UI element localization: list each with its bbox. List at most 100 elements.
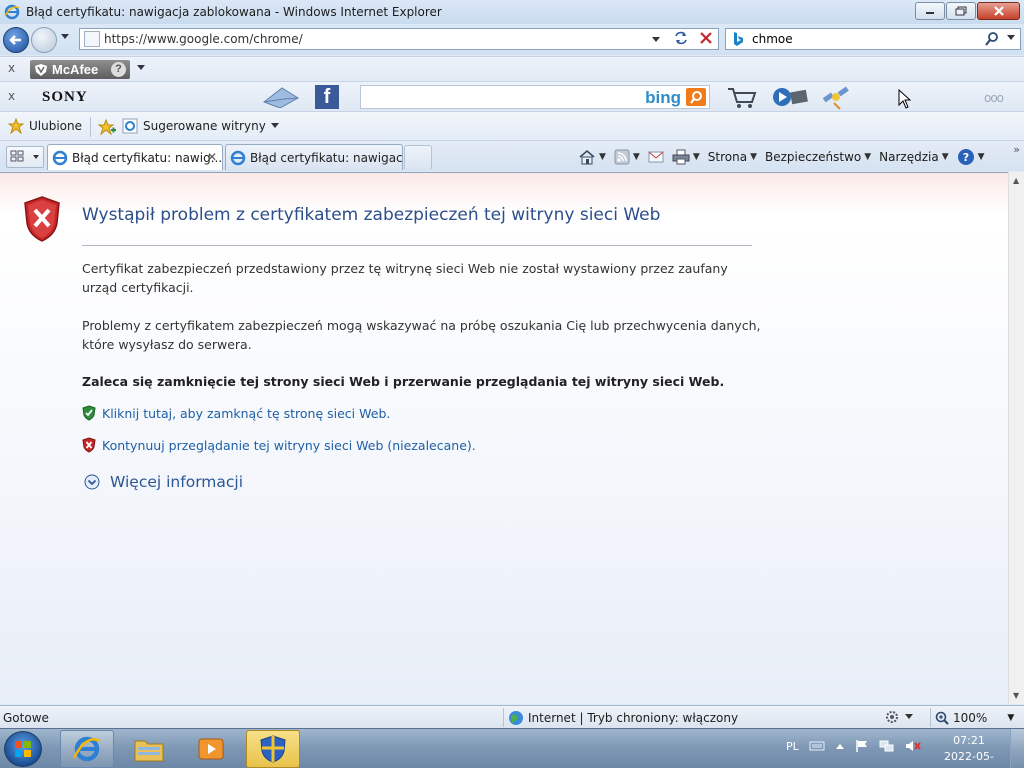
- zone-label: Internet | Tryb chroniony: włączony: [528, 710, 739, 725]
- divider: [82, 245, 752, 246]
- tab-label: Błąd certyfikatu: nawigacja...: [250, 150, 403, 165]
- chevron-down-icon: ▼: [941, 152, 949, 162]
- satellite-icon[interactable]: [820, 85, 852, 111]
- search-dropdown-icon[interactable]: [1006, 34, 1016, 42]
- chevron-down-icon: ▼: [864, 152, 872, 162]
- folder-icon: [134, 740, 164, 762]
- zoom-control[interactable]: 100% ▼: [930, 708, 1014, 727]
- continue-link-text[interactable]: Kontynuuj przeglądanie tej witryny sieci…: [102, 438, 476, 453]
- network-icon[interactable]: [879, 739, 895, 753]
- url-input[interactable]: [104, 32, 654, 46]
- page-menu[interactable]: Strona ▼: [708, 150, 757, 164]
- help-menu[interactable]: ? ▼: [957, 148, 985, 166]
- print-button[interactable]: ▼: [672, 149, 700, 165]
- mcafee-help-icon[interactable]: ?: [111, 62, 126, 77]
- bing-search-input[interactable]: [365, 87, 635, 107]
- security-zone[interactable]: Internet | Tryb chroniony: włączony: [503, 708, 738, 727]
- more-information-toggle[interactable]: Więcej informacji: [84, 473, 243, 491]
- bing-icon: [734, 32, 743, 46]
- volume-muted-icon[interactable]: [905, 739, 921, 753]
- protected-mode-button[interactable]: [883, 709, 913, 725]
- close-tab-icon[interactable]: ✕: [207, 150, 217, 164]
- rss-feed-icon: [614, 149, 630, 165]
- favorites-button[interactable]: Ulubione: [8, 118, 82, 134]
- clock-time: 07:21: [953, 734, 985, 747]
- mail-icon[interactable]: [262, 86, 300, 108]
- tools-menu[interactable]: Narzędzia ▼: [879, 150, 948, 164]
- keyboard-icon[interactable]: [809, 740, 825, 752]
- security-gear-icon: [886, 711, 898, 723]
- svg-text:?: ?: [962, 151, 968, 164]
- taskbar-windows-explorer[interactable]: [122, 730, 176, 768]
- tab-certificate-error-2[interactable]: Błąd certyfikatu: nawigacja...: [225, 144, 403, 170]
- mcafee-dropdown-icon[interactable]: [136, 64, 146, 72]
- forward-button[interactable]: [31, 27, 57, 53]
- quick-tabs-icon: [10, 150, 39, 162]
- feeds-button[interactable]: ▼: [614, 149, 640, 165]
- taskbar-security-center[interactable]: [246, 730, 300, 768]
- shopping-cart-icon[interactable]: [726, 86, 758, 110]
- facebook-icon[interactable]: f: [315, 85, 339, 109]
- search-input[interactable]: [752, 32, 982, 46]
- clock[interactable]: 07:21 2022-05-30: [938, 733, 1000, 768]
- add-to-favorites-icon[interactable]: [97, 118, 117, 136]
- navigation-bar: [0, 24, 1024, 55]
- show-hidden-icons[interactable]: [835, 742, 845, 750]
- certificate-explanation: Certyfikat zabezpieczeń przedstawiony pr…: [82, 261, 728, 295]
- back-button[interactable]: [3, 27, 29, 53]
- vertical-scrollbar[interactable]: ▲ ▼: [1008, 172, 1024, 704]
- video-icon[interactable]: [771, 85, 809, 109]
- search-box[interactable]: [725, 28, 1021, 50]
- read-mail-button[interactable]: [648, 151, 664, 163]
- minimize-button[interactable]: [915, 2, 945, 20]
- chevron-down-icon[interactable]: ▼: [599, 152, 606, 162]
- start-button[interactable]: [4, 731, 42, 767]
- stop-button[interactable]: [695, 28, 717, 48]
- chevron-down-icon[interactable]: ▼: [633, 152, 640, 162]
- chevron-down-icon[interactable]: ▼: [693, 152, 700, 162]
- close-page-link-text[interactable]: Kliknij tutaj, aby zamknąć tę stronę sie…: [102, 406, 390, 421]
- safety-menu[interactable]: Bezpieczeństwo ▼: [765, 150, 871, 164]
- scroll-up-icon[interactable]: ▲: [1013, 176, 1019, 185]
- scroll-down-icon[interactable]: ▼: [1013, 691, 1019, 700]
- taskbar: PL 07:21 2022-05-30: [0, 728, 1024, 768]
- mcafee-button[interactable]: McAfee ?: [30, 60, 130, 79]
- chevron-right-icon[interactable]: »: [1013, 143, 1020, 156]
- page-icon: [84, 31, 100, 47]
- error-shield-icon: [24, 196, 60, 242]
- quick-tabs-button[interactable]: [6, 146, 44, 168]
- recent-pages-dropdown-icon[interactable]: [60, 33, 70, 41]
- show-desktop-button[interactable]: [1010, 729, 1024, 768]
- ie-page-icon: [122, 118, 138, 134]
- page-content: Wystąpił problem z certyfikatem zabezpie…: [0, 172, 1008, 704]
- new-tab-button[interactable]: [404, 145, 432, 169]
- risk-explanation: Problemy z certyfikatem zabezpieczeń mog…: [82, 318, 761, 352]
- chevron-down-icon: ▼: [1007, 712, 1015, 723]
- close-page-link[interactable]: Kliknij tutaj, aby zamknąć tę stronę sie…: [82, 405, 390, 421]
- taskbar-internet-explorer[interactable]: [60, 730, 114, 768]
- suggested-sites-button[interactable]: Sugerowane witryny: [122, 118, 279, 134]
- restore-button[interactable]: [946, 2, 976, 20]
- sony-logo[interactable]: SONY: [42, 89, 88, 106]
- bing-search-button[interactable]: [686, 88, 706, 106]
- home-button[interactable]: ▼: [578, 149, 606, 165]
- tab-certificate-error-1[interactable]: Błąd certyfikatu: nawig... ✕: [47, 144, 223, 170]
- address-bar[interactable]: [79, 28, 719, 50]
- security-shield-icon: [260, 735, 286, 763]
- taskbar-media-player[interactable]: [184, 730, 238, 768]
- bing-search-box[interactable]: bing: [360, 85, 710, 109]
- window-title: Błąd certyfikatu: nawigacja zablokowana …: [26, 5, 442, 19]
- close-toolbar-button[interactable]: x: [8, 61, 15, 75]
- toolbar-more-icon[interactable]: ooo: [984, 91, 1004, 105]
- mcafee-toolbar: x McAfee ?: [0, 56, 1024, 81]
- refresh-button[interactable]: [670, 28, 692, 48]
- search-icon[interactable]: [984, 31, 1000, 47]
- back-arrow-icon: [9, 35, 21, 45]
- refresh-icon: [675, 31, 687, 45]
- close-toolbar-button[interactable]: x: [8, 89, 15, 103]
- continue-link[interactable]: Kontynuuj przeglądanie tej witryny sieci…: [82, 437, 476, 453]
- address-dropdown-icon[interactable]: [651, 36, 661, 44]
- close-window-button[interactable]: [977, 2, 1020, 20]
- action-center-flag-icon[interactable]: [855, 739, 869, 753]
- language-indicator[interactable]: PL: [786, 740, 799, 753]
